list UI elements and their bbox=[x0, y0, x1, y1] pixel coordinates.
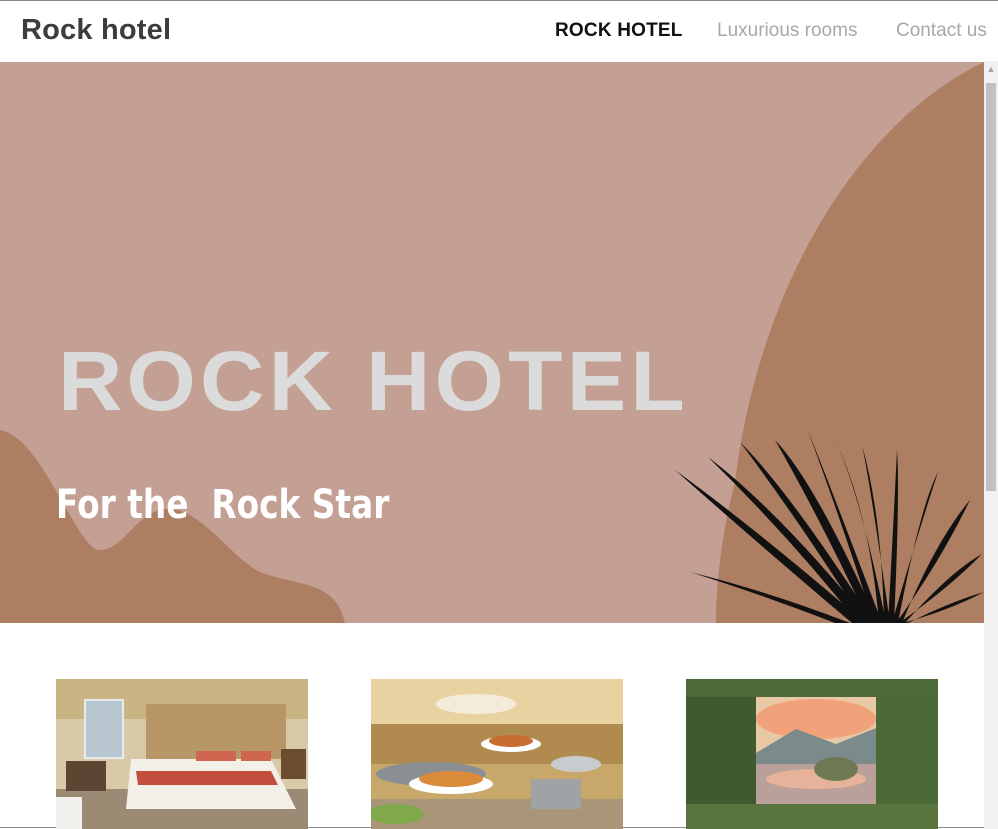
nav-link-contact-us[interactable]: Contact us bbox=[896, 20, 987, 42]
scroll-up-arrow-icon[interactable]: ▲ bbox=[984, 61, 998, 77]
hero-subtitle: For the Rock Star bbox=[56, 482, 390, 528]
nature-card-image[interactable] bbox=[686, 679, 938, 829]
nav-link-rock-hotel[interactable]: ROCK HOTEL bbox=[555, 20, 683, 42]
vertical-scrollbar[interactable]: ▲ bbox=[984, 61, 998, 829]
brand-logo[interactable]: Rock hotel bbox=[21, 14, 171, 47]
scrollbar-thumb[interactable] bbox=[986, 83, 996, 491]
nav-link-luxurious-rooms[interactable]: Luxurious rooms bbox=[717, 20, 857, 42]
room-card-image[interactable] bbox=[56, 679, 308, 829]
hero-banner: ROCK HOTEL For the Rock Star bbox=[0, 62, 984, 623]
hero-title: ROCK HOTEL bbox=[58, 334, 690, 428]
dining-card-image[interactable] bbox=[371, 679, 623, 829]
top-navbar: Rock hotel ROCK HOTEL Luxurious rooms Co… bbox=[0, 1, 998, 61]
buffet-food-image bbox=[371, 679, 623, 829]
hotel-bedroom-image bbox=[56, 679, 308, 829]
lake-landscape-image bbox=[686, 679, 938, 829]
